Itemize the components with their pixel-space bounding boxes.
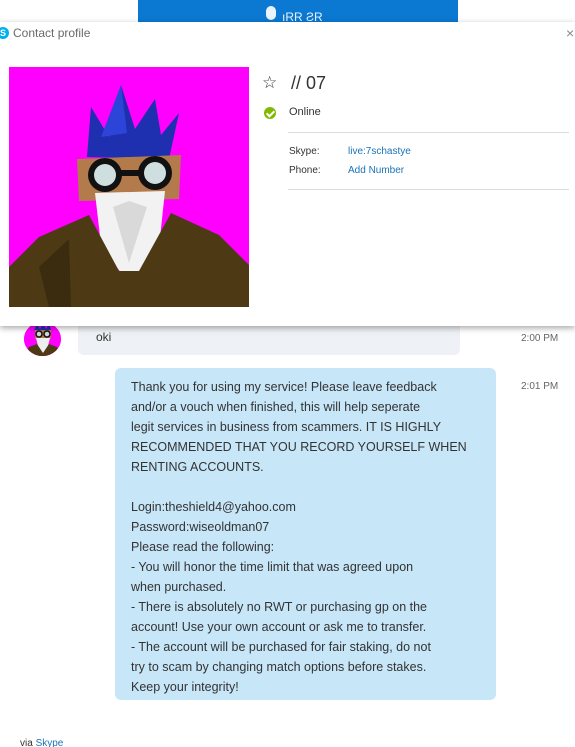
message-timestamp: 2:01 PM — [521, 381, 559, 392]
outgoing-message-bubble: Thank you for using my service! Please l… — [115, 368, 496, 700]
top-banner[interactable]: ıRR ƧR — [138, 0, 458, 22]
add-number-link[interactable]: Add Number — [348, 165, 404, 176]
footer-skype-link[interactable]: Skype — [36, 738, 64, 747]
footer: via Skype — [20, 738, 63, 747]
phone-label: Phone: — [289, 165, 321, 176]
incoming-message-text: oki — [96, 330, 112, 344]
popup-title: Contact profile — [13, 26, 91, 40]
contact-profile-popup: S Contact profile × ☆ // 07 Online Skype… — [0, 22, 575, 326]
skype-logo-icon: S — [0, 27, 9, 39]
outgoing-message-text: Thank you for using my service! Please l… — [131, 380, 467, 694]
status-text: Online — [289, 106, 321, 118]
skype-id-link[interactable]: live:7schastye — [348, 146, 411, 157]
divider — [288, 132, 569, 133]
divider — [288, 189, 569, 190]
close-icon[interactable]: × — [566, 25, 574, 41]
online-check-icon — [264, 107, 276, 119]
banner-icon — [266, 6, 276, 20]
sender-avatar[interactable] — [24, 322, 61, 356]
banner-text: ıRR ƧR — [282, 10, 323, 22]
popup-header: S Contact profile × — [0, 22, 575, 46]
contact-avatar — [9, 67, 249, 307]
skype-label: Skype: — [289, 146, 320, 157]
favorite-star-icon[interactable]: ☆ — [262, 73, 277, 93]
contact-name: // 07 — [291, 73, 327, 93]
message-timestamp: 2:00 PM — [521, 333, 559, 344]
footer-prefix: via — [20, 738, 33, 747]
